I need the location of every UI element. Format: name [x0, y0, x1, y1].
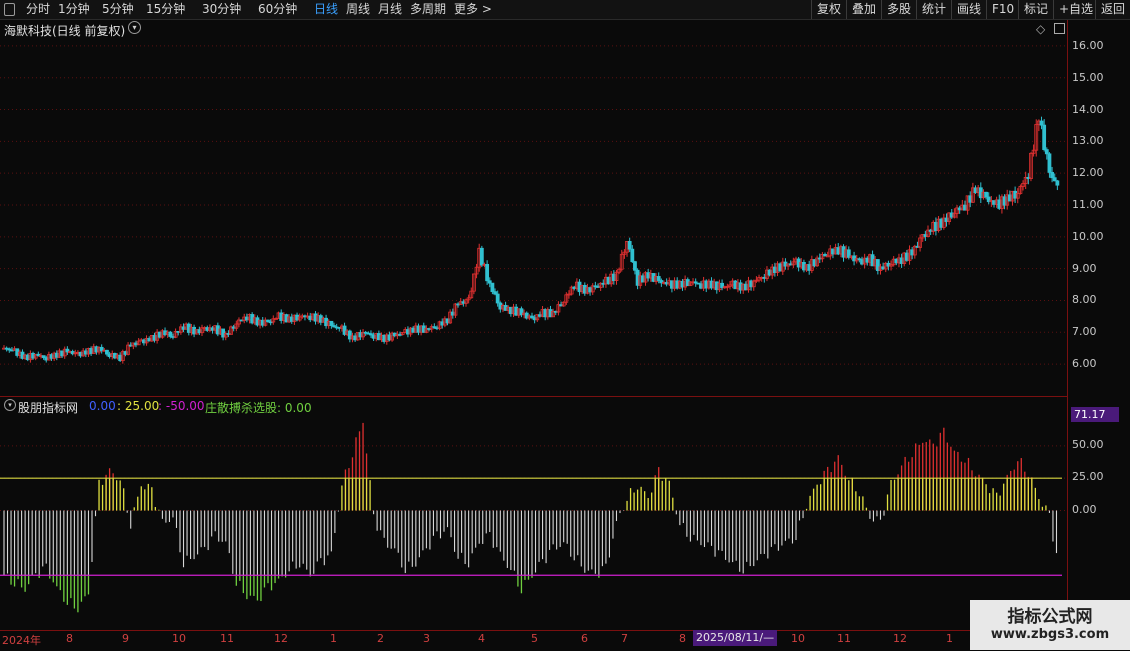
indicator-highlight-value: 71.17: [1071, 407, 1119, 422]
date-tooltip: 2025/08/11/—: [693, 630, 778, 646]
candle-body: [495, 293, 500, 304]
indicator-value-1: 0.00: [89, 399, 116, 413]
candle-body: [1055, 180, 1060, 186]
month-label: 12: [274, 632, 288, 645]
candle-body: [1050, 172, 1054, 179]
month-label: 1: [946, 632, 953, 645]
candlestick-chart[interactable]: [0, 20, 1067, 394]
indicator-value-3: : -50.00: [158, 399, 205, 413]
watermark-url: www.zbgs3.com: [990, 627, 1110, 642]
month-label: 4: [478, 632, 485, 645]
toolbar-button-4[interactable]: 画线: [951, 0, 986, 19]
toolbar-button-3[interactable]: 统计: [916, 0, 951, 19]
indicator-chart[interactable]: [0, 397, 1067, 631]
tab-period-5[interactable]: 60分钟: [258, 0, 297, 19]
month-label: 2: [377, 632, 384, 645]
side-panel-strip: [1116, 20, 1130, 630]
indicator-tick-label: 25.00: [1072, 470, 1104, 484]
indicator-panel: ▾ 股朋指标网 0.00 : 25.00 : -50.00 庄散搏杀选股: 0.…: [0, 396, 1067, 631]
price-tick-label: 15.00: [1072, 70, 1104, 84]
month-label: 9: [122, 632, 129, 645]
candle-body: [656, 276, 661, 281]
tab-period-3[interactable]: 15分钟: [146, 0, 185, 19]
price-tick-label: 7.00: [1072, 325, 1097, 339]
watermark: 指标公式网 www.zbgs3.com: [970, 600, 1130, 650]
month-label: 2024年: [2, 634, 41, 647]
candle-body: [485, 263, 490, 282]
candle-body: [490, 282, 495, 293]
price-tick-label: 13.00: [1072, 134, 1104, 148]
candle-body: [329, 320, 334, 326]
chevron-down-icon[interactable]: ▾: [4, 399, 16, 411]
price-tick-label: 9.00: [1072, 261, 1097, 275]
tab-period-8[interactable]: 月线: [378, 0, 402, 19]
month-label: 8: [66, 632, 73, 645]
tab-period-2[interactable]: 5分钟: [102, 0, 134, 19]
month-label: 10: [172, 632, 186, 645]
indicator-tick-label: 50.00: [1072, 437, 1104, 451]
month-label: 11: [837, 632, 851, 645]
candle-body: [1039, 120, 1044, 126]
toolbar-button-1[interactable]: 叠加: [846, 0, 881, 19]
tab-period-7[interactable]: 周线: [346, 0, 370, 19]
candle-body: [1052, 177, 1057, 182]
price-tick-label: 14.00: [1072, 102, 1104, 116]
candle-body: [1044, 149, 1049, 155]
price-tick-label: 16.00: [1072, 38, 1104, 52]
period-toolbar: 分时 1分钟 5分钟 15分钟 30分钟 60分钟 日线 周线 月线 多周期 更多 > 复权 叠加 多股统…: [0, 0, 1130, 20]
toolbar-button-5[interactable]: F10: [986, 0, 1019, 19]
tab-period-4[interactable]: 30分钟: [202, 0, 241, 19]
tab-period-0[interactable]: 分时: [26, 0, 50, 19]
candle-body: [168, 331, 173, 337]
month-label: 5: [531, 632, 538, 645]
tab-period-10[interactable]: 更多 >: [454, 0, 492, 19]
toolbar-button-2[interactable]: 多股: [881, 0, 916, 19]
candle-body: [633, 261, 637, 271]
price-tick-label: 8.00: [1072, 293, 1097, 307]
pin-icon[interactable]: [4, 3, 15, 16]
month-label: 6: [581, 632, 588, 645]
month-label: 3: [423, 632, 430, 645]
toolbar-button-0[interactable]: 复权: [811, 0, 846, 19]
toolbar-button-7[interactable]: +自选: [1053, 0, 1098, 19]
tab-period-6[interactable]: 日线: [314, 0, 338, 19]
price-panel: 海默科技(日线 前复权) ▾ ◇: [0, 20, 1067, 394]
indicator-value-2: : 25.00: [117, 399, 160, 413]
price-tick-label: 11.00: [1072, 198, 1104, 211]
month-label: 7: [621, 632, 628, 645]
candle-body: [627, 241, 632, 250]
month-label: 12: [893, 632, 907, 645]
signal-label: 庄散搏杀选股: 0.00: [205, 401, 312, 415]
month-label: 11: [220, 632, 234, 645]
indicator-tick-label: 0.00: [1072, 502, 1097, 516]
tab-period-1[interactable]: 1分钟: [58, 0, 90, 19]
candle-body: [630, 248, 635, 263]
price-tick-label: 10.00: [1072, 229, 1104, 243]
toolbar-button-6[interactable]: 标记: [1018, 0, 1053, 19]
candle-body: [105, 349, 109, 355]
candle-body: [1042, 124, 1047, 151]
toolbar-button-8[interactable]: 返回: [1095, 0, 1130, 19]
month-label: 8: [679, 632, 686, 645]
candle-body: [1047, 153, 1052, 173]
tab-period-9[interactable]: 多周期: [410, 0, 446, 19]
candle-body: [984, 191, 988, 198]
watermark-title: 指标公式网: [1007, 607, 1093, 627]
month-label: 10: [791, 632, 805, 645]
indicator-name: 股朋指标网: [18, 401, 79, 415]
price-tick-label: 6.00: [1072, 357, 1097, 371]
month-label: 1: [330, 632, 337, 645]
candle-body: [479, 247, 484, 266]
price-tick-label: 12.00: [1072, 166, 1104, 180]
